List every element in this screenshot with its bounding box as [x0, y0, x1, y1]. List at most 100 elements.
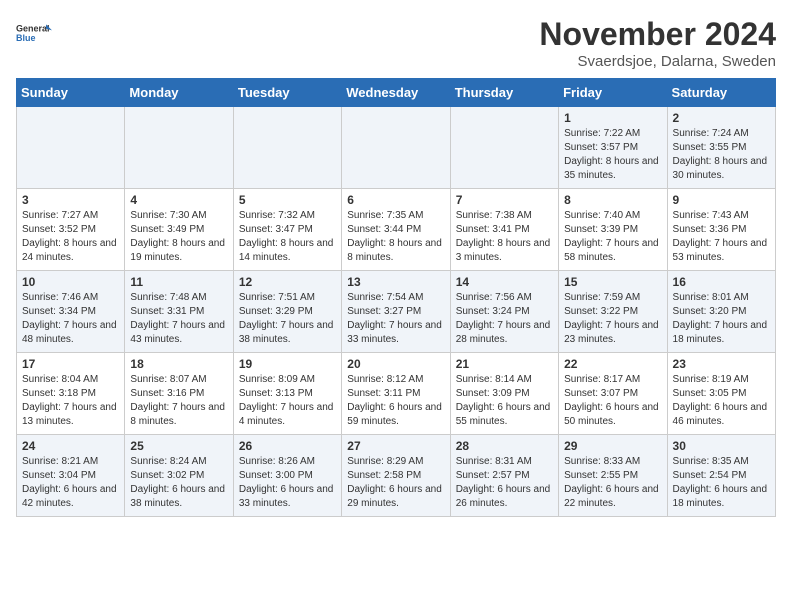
day-number: 16 — [673, 275, 770, 289]
day-cell: 5 Sunrise: 7:32 AM Sunset: 3:47 PM Daylig… — [233, 189, 341, 271]
day-number: 6 — [347, 193, 444, 207]
calendar-table: SundayMondayTuesdayWednesdayThursdayFrid… — [16, 78, 776, 517]
day-info: Sunrise: 8:14 AM Sunset: 3:09 PM Dayligh… — [456, 373, 553, 429]
calendar-subtitle: Svaerdsjoe, Dalarna, Sweden — [539, 53, 776, 70]
day-info: Sunrise: 8:21 AM Sunset: 3:04 PM Dayligh… — [22, 455, 119, 511]
day-cell: 26Sunrise: 8:26 AM Sunset: 3:00 PM Dayli… — [233, 435, 341, 517]
day-info: Sunrise: 7:48 AM Sunset: 3:31 PM Dayligh… — [130, 291, 227, 347]
title-area: November 2024 Svaerdsjoe, Dalarna, Swede… — [539, 16, 776, 70]
svg-text:General: General — [16, 24, 50, 34]
day-number: 8 — [564, 193, 661, 207]
header: General Blue November 2024 Svaerdsjoe, D… — [16, 16, 776, 70]
day-number: 15 — [564, 275, 661, 289]
day-info: Sunrise: 7:54 AM Sunset: 3:27 PM Dayligh… — [347, 291, 444, 347]
day-cell: 30Sunrise: 8:35 AM Sunset: 2:54 PM Dayli… — [667, 435, 775, 517]
day-info: Sunrise: 7:59 AM Sunset: 3:22 PM Dayligh… — [564, 291, 661, 347]
day-cell: 19 Sunrise: 8:09 AM Sunset: 3:13 PM Dayli… — [233, 353, 341, 435]
day-cell: 11 Sunrise: 7:48 AM Sunset: 3:31 PM Dayli… — [125, 271, 233, 353]
day-number: 7 — [456, 193, 553, 207]
day-cell: 10Sunrise: 7:46 AM Sunset: 3:34 PM Dayli… — [17, 271, 125, 353]
week-row-2: 3 Sunrise: 7:27 AM Sunset: 3:52 PM Daylig… — [17, 189, 776, 271]
day-cell — [233, 107, 341, 189]
day-cell: 8 Sunrise: 7:40 AM Sunset: 3:39 PM Daylig… — [559, 189, 667, 271]
col-header-friday: Friday — [559, 79, 667, 107]
svg-text:Blue: Blue — [16, 33, 36, 43]
day-info: Sunrise: 7:56 AM Sunset: 3:24 PM Dayligh… — [456, 291, 553, 347]
day-info: Sunrise: 7:43 AM Sunset: 3:36 PM Dayligh… — [673, 209, 770, 265]
week-row-4: 17Sunrise: 8:04 AM Sunset: 3:18 PM Dayli… — [17, 353, 776, 435]
col-header-monday: Monday — [125, 79, 233, 107]
day-info: Sunrise: 7:27 AM Sunset: 3:52 PM Dayligh… — [22, 209, 119, 265]
day-cell: 4 Sunrise: 7:30 AM Sunset: 3:49 PM Daylig… — [125, 189, 233, 271]
day-info: Sunrise: 7:38 AM Sunset: 3:41 PM Dayligh… — [456, 209, 553, 265]
day-number: 24 — [22, 439, 119, 453]
header-row: SundayMondayTuesdayWednesdayThursdayFrid… — [17, 79, 776, 107]
day-number: 22 — [564, 357, 661, 371]
day-info: Sunrise: 8:24 AM Sunset: 3:02 PM Dayligh… — [130, 455, 227, 511]
day-cell: 25 Sunrise: 8:24 AM Sunset: 3:02 PM Dayli… — [125, 435, 233, 517]
day-number: 3 — [22, 193, 119, 207]
day-number: 17 — [22, 357, 119, 371]
day-number: 28 — [456, 439, 553, 453]
day-number: 30 — [673, 439, 770, 453]
col-header-thursday: Thursday — [450, 79, 558, 107]
day-info: Sunrise: 8:19 AM Sunset: 3:05 PM Dayligh… — [673, 373, 770, 429]
day-number: 5 — [239, 193, 336, 207]
day-number: 4 — [130, 193, 227, 207]
day-cell: 23 Sunrise: 8:19 AM Sunset: 3:05 PM Dayli… — [667, 353, 775, 435]
week-row-5: 24 Sunrise: 8:21 AM Sunset: 3:04 PM Dayli… — [17, 435, 776, 517]
day-cell: 1 Sunrise: 7:22 AM Sunset: 3:57 PM Daylig… — [559, 107, 667, 189]
day-info: Sunrise: 7:24 AM Sunset: 3:55 PM Dayligh… — [673, 127, 770, 183]
day-number: 20 — [347, 357, 444, 371]
day-number: 23 — [673, 357, 770, 371]
day-cell — [125, 107, 233, 189]
calendar-title: November 2024 — [539, 16, 776, 53]
col-header-sunday: Sunday — [17, 79, 125, 107]
day-cell: 7 Sunrise: 7:38 AM Sunset: 3:41 PM Daylig… — [450, 189, 558, 271]
day-cell: 16Sunrise: 8:01 AM Sunset: 3:20 PM Dayli… — [667, 271, 775, 353]
day-number: 26 — [239, 439, 336, 453]
day-cell: 24 Sunrise: 8:21 AM Sunset: 3:04 PM Dayli… — [17, 435, 125, 517]
day-number: 21 — [456, 357, 553, 371]
day-info: Sunrise: 7:32 AM Sunset: 3:47 PM Dayligh… — [239, 209, 336, 265]
day-cell: 29Sunrise: 8:33 AM Sunset: 2:55 PM Dayli… — [559, 435, 667, 517]
day-info: Sunrise: 8:12 AM Sunset: 3:11 PM Dayligh… — [347, 373, 444, 429]
day-info: Sunrise: 7:22 AM Sunset: 3:57 PM Dayligh… — [564, 127, 661, 183]
day-cell: 13 Sunrise: 7:54 AM Sunset: 3:27 PM Dayli… — [342, 271, 450, 353]
day-number: 13 — [347, 275, 444, 289]
day-cell — [17, 107, 125, 189]
day-number: 10 — [22, 275, 119, 289]
day-info: Sunrise: 8:07 AM Sunset: 3:16 PM Dayligh… — [130, 373, 227, 429]
week-row-1: 1 Sunrise: 7:22 AM Sunset: 3:57 PM Daylig… — [17, 107, 776, 189]
day-cell: 20 Sunrise: 8:12 AM Sunset: 3:11 PM Dayli… — [342, 353, 450, 435]
col-header-wednesday: Wednesday — [342, 79, 450, 107]
day-number: 12 — [239, 275, 336, 289]
day-cell: 2 Sunrise: 7:24 AM Sunset: 3:55 PM Daylig… — [667, 107, 775, 189]
day-number: 18 — [130, 357, 227, 371]
day-info: Sunrise: 8:09 AM Sunset: 3:13 PM Dayligh… — [239, 373, 336, 429]
day-number: 1 — [564, 111, 661, 125]
day-number: 27 — [347, 439, 444, 453]
day-info: Sunrise: 7:40 AM Sunset: 3:39 PM Dayligh… — [564, 209, 661, 265]
day-cell: 12Sunrise: 7:51 AM Sunset: 3:29 PM Dayli… — [233, 271, 341, 353]
day-number: 25 — [130, 439, 227, 453]
day-number: 19 — [239, 357, 336, 371]
day-cell — [342, 107, 450, 189]
logo: General Blue — [16, 16, 52, 52]
day-number: 14 — [456, 275, 553, 289]
day-cell: 15 Sunrise: 7:59 AM Sunset: 3:22 PM Dayli… — [559, 271, 667, 353]
day-cell: 14 Sunrise: 7:56 AM Sunset: 3:24 PM Dayli… — [450, 271, 558, 353]
day-cell: 21 Sunrise: 8:14 AM Sunset: 3:09 PM Dayli… — [450, 353, 558, 435]
logo-icon: General Blue — [16, 16, 52, 52]
day-cell: 9Sunrise: 7:43 AM Sunset: 3:36 PM Daylig… — [667, 189, 775, 271]
col-header-saturday: Saturday — [667, 79, 775, 107]
day-number: 2 — [673, 111, 770, 125]
day-number: 11 — [130, 275, 227, 289]
day-cell: 28Sunrise: 8:31 AM Sunset: 2:57 PM Dayli… — [450, 435, 558, 517]
day-info: Sunrise: 8:29 AM Sunset: 2:58 PM Dayligh… — [347, 455, 444, 511]
day-number: 29 — [564, 439, 661, 453]
day-cell: 6Sunrise: 7:35 AM Sunset: 3:44 PM Daylig… — [342, 189, 450, 271]
day-info: Sunrise: 7:30 AM Sunset: 3:49 PM Dayligh… — [130, 209, 227, 265]
day-cell: 27 Sunrise: 8:29 AM Sunset: 2:58 PM Dayli… — [342, 435, 450, 517]
day-cell: 3 Sunrise: 7:27 AM Sunset: 3:52 PM Daylig… — [17, 189, 125, 271]
